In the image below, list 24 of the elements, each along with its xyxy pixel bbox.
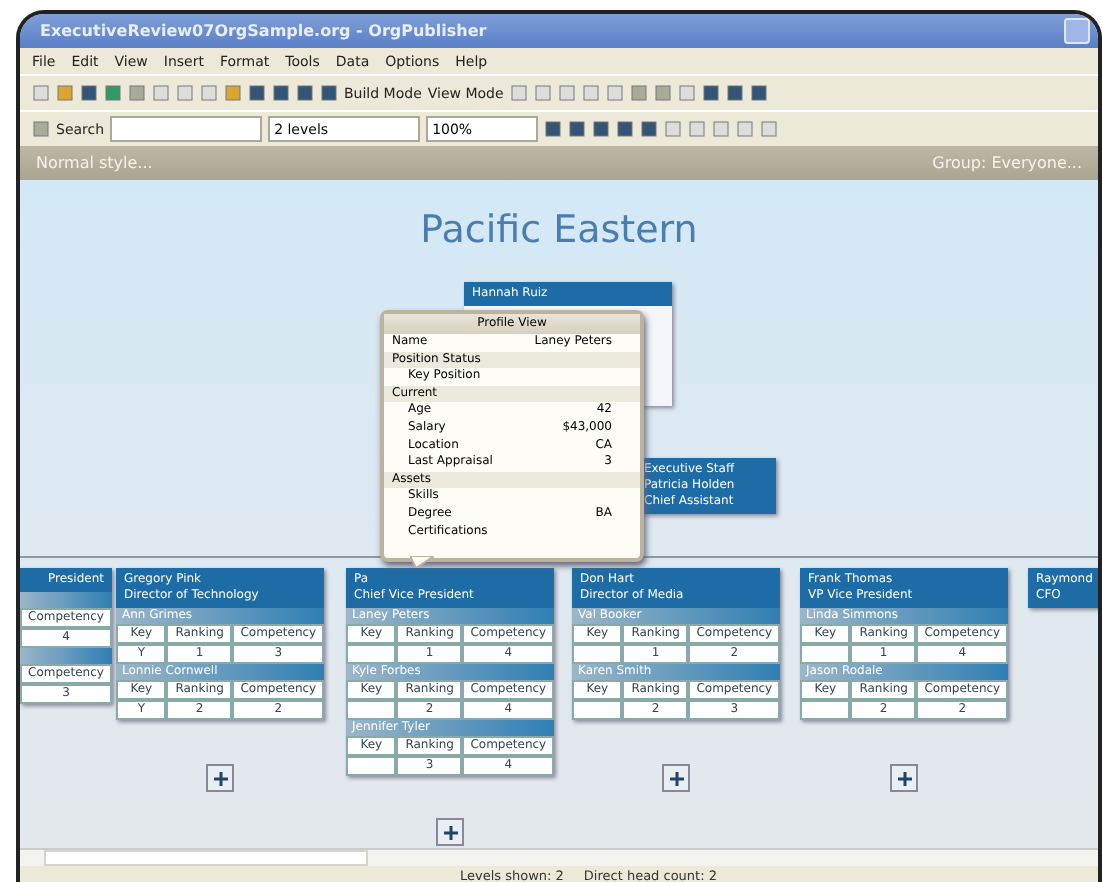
expand-button[interactable]: [436, 818, 464, 846]
successor-name: [20, 592, 112, 608]
scroll-thumb[interactable]: [44, 850, 368, 866]
table-cell: [572, 644, 623, 664]
table-cell: [800, 644, 851, 664]
plus-icon: [213, 771, 227, 785]
table-cell: [572, 700, 623, 720]
plus-icon: [443, 825, 457, 839]
window-title: ExecutiveReview07OrgSample.org - OrgPublisher: [40, 22, 487, 40]
expand-button[interactable]: [890, 764, 918, 792]
style-label: Normal style...: [36, 154, 153, 172]
table-cell: [346, 644, 397, 664]
chart-title: Pacific Eastern: [418, 206, 700, 252]
table-cell: [346, 756, 397, 776]
plus-icon: [669, 771, 683, 785]
group-label: Group: Everyone...: [932, 154, 1082, 172]
table-cell: [800, 700, 851, 720]
successor-name: [20, 648, 112, 664]
expand-button[interactable]: [662, 764, 690, 792]
expand-button[interactable]: [206, 764, 234, 792]
table-cell: [346, 700, 397, 720]
plus-icon: [897, 771, 911, 785]
style-dropdown[interactable]: [110, 116, 263, 142]
minimize-button[interactable]: [1064, 18, 1090, 44]
